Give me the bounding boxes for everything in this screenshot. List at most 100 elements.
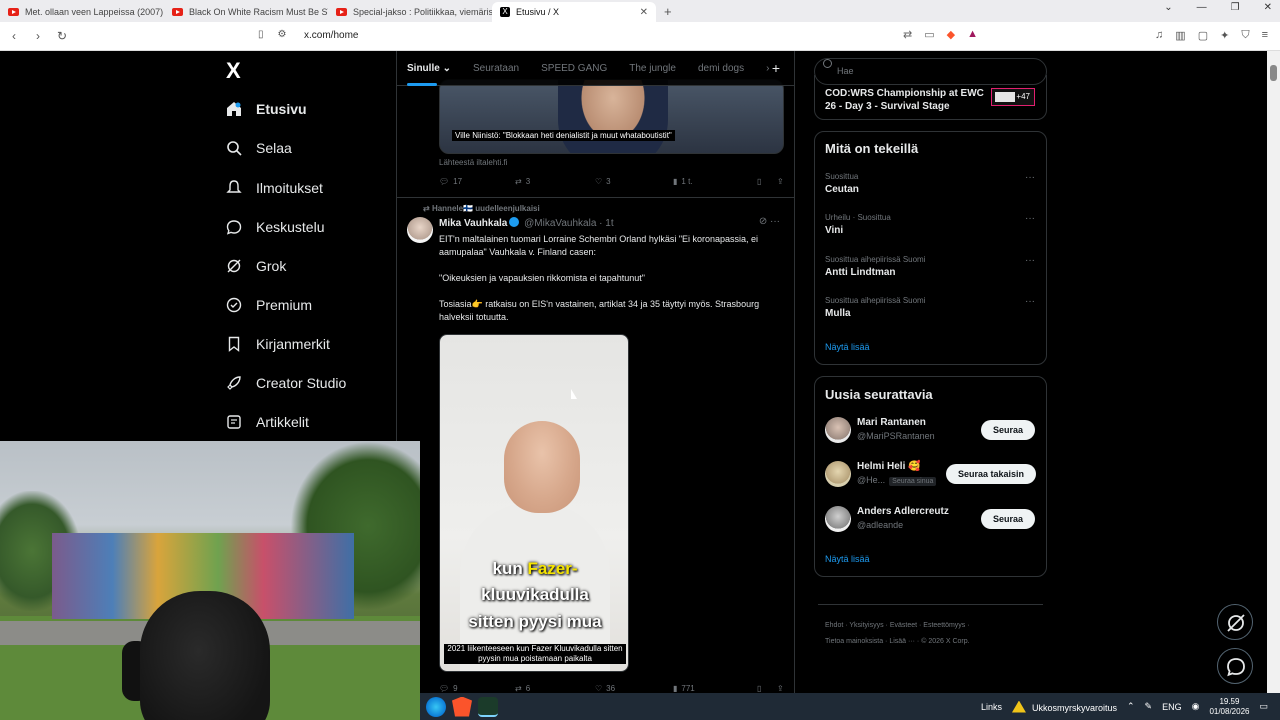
avatar[interactable] [407, 217, 433, 243]
language-indicator[interactable]: ENG [1162, 702, 1182, 712]
share-icon[interactable]: ⇪ [777, 684, 784, 693]
tab-list-speed-gang[interactable]: SPEED GANG [541, 63, 607, 74]
forward-icon[interactable]: › [28, 29, 48, 43]
tab-list-the-jungle[interactable]: The jungle [629, 63, 676, 74]
more-icon[interactable]: ··· [1025, 213, 1035, 224]
grok-float-button[interactable] [1217, 604, 1253, 640]
back-icon[interactable]: ‹ [4, 29, 24, 43]
link-card-image[interactable]: Ville Niinistö: "Blokkaan heti denialist… [439, 79, 784, 154]
follow-back-button[interactable]: Seuraa takaisin [946, 464, 1036, 484]
notification-icon[interactable]: ▭ [1259, 701, 1268, 712]
like-button[interactable]: ♡ 3 [595, 177, 673, 186]
brave-icon[interactable] [452, 696, 472, 717]
tweet-video[interactable]: kun Fazer- kluuvikadulla sitten pyysi mu… [439, 334, 629, 672]
minimize-icon[interactable]: — [1197, 2, 1207, 13]
site-info-icon[interactable]: ⚙ [278, 29, 287, 40]
wallet-icon[interactable]: ▢ [1198, 29, 1208, 42]
trend-item[interactable]: Suosittua Ceutan ··· [825, 172, 1035, 195]
nav-notifications[interactable]: Ilmoitukset [226, 180, 323, 196]
cast-icon[interactable]: ▭ [924, 28, 934, 41]
trend-item[interactable]: Urheilu · Suosittua Vini ··· [825, 213, 1035, 236]
follow-suggestion[interactable]: Anders Adlercreutz @adleande Seuraa [825, 506, 1037, 536]
new-tab-button[interactable]: + [664, 2, 672, 22]
network-icon[interactable]: ◉ [1192, 701, 1200, 712]
views-button[interactable]: ▮ 1 t. [673, 177, 757, 186]
author-handle[interactable]: @MikaVauhkala · 1t [524, 218, 613, 229]
bookmark-icon[interactable]: ▯ [757, 684, 777, 693]
follow-button[interactable]: Seuraa [981, 509, 1035, 529]
close-icon[interactable]: ✕ [640, 7, 648, 18]
nav-explore[interactable]: Selaa [226, 140, 292, 156]
links-toolbar[interactable]: Links [981, 702, 1002, 712]
follow-suggestion[interactable]: Helmi Heli 🥰 @He... Seuraa sinua Seuraa t… [825, 461, 1037, 491]
scrollbar-thumb[interactable] [1270, 65, 1277, 81]
x-logo[interactable]: X [226, 58, 241, 84]
follow-button[interactable]: Seuraa [981, 420, 1035, 440]
app-icon[interactable] [478, 696, 498, 717]
suggestion-name[interactable]: Mari Rantanen [857, 417, 926, 428]
follow-suggestion[interactable]: Mari Rantanen @MariPSRantanen Seuraa [825, 417, 1037, 447]
brave-shield-icon[interactable]: ◆ [947, 28, 955, 41]
suggestion-name[interactable]: Helmi Heli 🥰 [857, 461, 921, 472]
nav-grok[interactable]: Grok [226, 258, 286, 274]
messages-float-button[interactable] [1217, 648, 1253, 684]
browser-tab[interactable]: Special-jakso : Politiikkaa, viemäris Tä [328, 2, 492, 22]
vpn-icon[interactable]: ⛉ [1241, 29, 1249, 42]
trend-item[interactable]: Suosittua aihepiirissä Suomi Antti Lindt… [825, 255, 1035, 278]
weather-widget[interactable]: Ukkosmyrskyvaroitus [1011, 700, 1117, 713]
reply-button[interactable]: 💬︎ 9 [439, 684, 515, 693]
chevron-down-icon[interactable]: ⌄ [1164, 2, 1172, 13]
author-name[interactable]: Mika Vauhkala [439, 218, 507, 229]
clock[interactable]: 19.59 01/08/2026 [1209, 697, 1249, 717]
menu-icon[interactable]: ≡ [1262, 29, 1268, 42]
reply-button[interactable]: 💬︎ 17 [439, 177, 515, 186]
repost-button[interactable]: ⇄ 6 [515, 684, 595, 693]
repost-indicator[interactable]: ⇄ Hannele🇫🇮 uudelleenjulkaisi [423, 204, 540, 213]
tab-list-demi-dogs[interactable]: demi dogs [698, 63, 744, 74]
trend-item[interactable]: Suosittua aihepiirissä Suomi Mulla ··· [825, 296, 1035, 319]
like-button[interactable]: ♡ 36 [595, 684, 673, 693]
show-more-link[interactable]: Näytä lisää [825, 342, 870, 352]
avatar[interactable] [825, 506, 851, 532]
promo-title[interactable]: COD:WRS Championship at EWC 26 - Day 3 -… [825, 87, 985, 113]
nav-premium[interactable]: Premium [226, 297, 312, 313]
more-icon[interactable]: ··· [1025, 296, 1035, 307]
footer-line[interactable]: Tietoa mainoksista · Lisää ··· · © 2026 … [825, 634, 1040, 650]
show-more-link[interactable]: Näytä lisää [825, 554, 870, 564]
browser-tab[interactable]: Black On White Racism Must Be STOP [164, 2, 328, 22]
pen-icon[interactable]: ✎ [1145, 701, 1153, 712]
music-icon[interactable]: ♫ [1155, 29, 1163, 42]
browser-tab[interactable]: Met. ollaan veen Lappeissa (2007) - [0, 2, 164, 22]
suggestion-name[interactable]: Anders Adlercreutz [857, 506, 949, 517]
nav-creator-studio[interactable]: Creator Studio [226, 375, 346, 391]
avatar[interactable] [825, 461, 851, 487]
reload-icon[interactable]: ↻ [52, 29, 72, 43]
link-source[interactable]: Lähteestä iltalehti.fi [439, 158, 508, 167]
leo-icon[interactable]: ✦ [1220, 29, 1229, 42]
tab-for-you[interactable]: Sinulle ⌄ [407, 63, 451, 86]
page-scrollbar[interactable] [1267, 51, 1280, 693]
views-button[interactable]: ▮ 771 [673, 684, 757, 693]
restore-icon[interactable]: ❐ [1231, 2, 1240, 13]
more-icon[interactable]: ··· [1025, 255, 1035, 266]
bookmark-icon[interactable]: ▯ [757, 177, 777, 186]
browser-tab-active[interactable]: X Etusivu / X ✕ [492, 2, 656, 22]
edge-icon[interactable] [426, 696, 446, 717]
share-icon[interactable]: ⇪ [777, 177, 784, 186]
nav-home[interactable]: Etusivu [226, 101, 307, 117]
tab-following[interactable]: Seurataan [473, 63, 519, 74]
chevron-right-icon[interactable]: › [766, 63, 769, 74]
more-icon[interactable]: ··· [1025, 172, 1035, 183]
bookmark-icon[interactable]: ▯ [258, 29, 264, 40]
footer-line[interactable]: Ehdot · Yksityisyys · Evästeet · Esteett… [825, 618, 1040, 634]
brave-rewards-icon[interactable]: ▲ [967, 28, 978, 41]
nav-articles[interactable]: Artikkelit [226, 414, 309, 430]
url-field[interactable]: x.com/home [304, 30, 358, 41]
close-window-icon[interactable]: ✕ [1264, 2, 1272, 13]
nav-messages[interactable]: Keskustelu [226, 219, 324, 235]
chevron-up-icon[interactable]: ⌃ [1127, 701, 1135, 712]
search-input[interactable]: Hae [814, 58, 1047, 85]
repost-button[interactable]: ⇄ 3 [515, 177, 595, 186]
add-tab-button[interactable]: + [772, 60, 780, 76]
sidebar-icon[interactable]: ▥ [1175, 29, 1185, 42]
